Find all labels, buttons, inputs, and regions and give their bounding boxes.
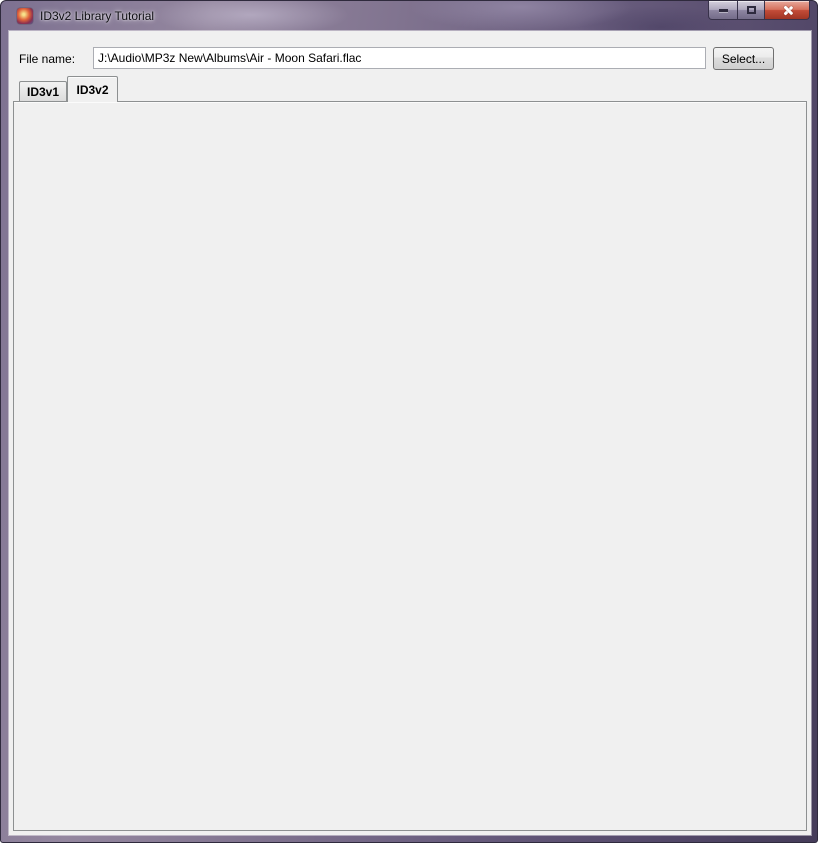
app-window: ID3v2 Library Tutorial File name: Select… [0,0,818,843]
tab-id3v1[interactable]: ID3v1 [19,81,67,102]
maximize-button[interactable] [737,1,765,20]
close-button[interactable] [764,1,810,20]
app-icon [17,8,33,24]
tab-id3v2[interactable]: ID3v2 [67,76,118,102]
titlebar[interactable]: ID3v2 Library Tutorial [1,1,818,31]
maximize-icon [747,6,756,14]
window-title: ID3v2 Library Tutorial [40,9,154,23]
select-file-button[interactable]: Select... [713,47,774,70]
minimize-icon [719,9,728,12]
minimize-button[interactable] [708,1,738,20]
tab-page [13,101,807,831]
close-icon [782,5,793,16]
file-name-input[interactable] [93,47,706,69]
file-name-label: File name: [19,52,75,66]
